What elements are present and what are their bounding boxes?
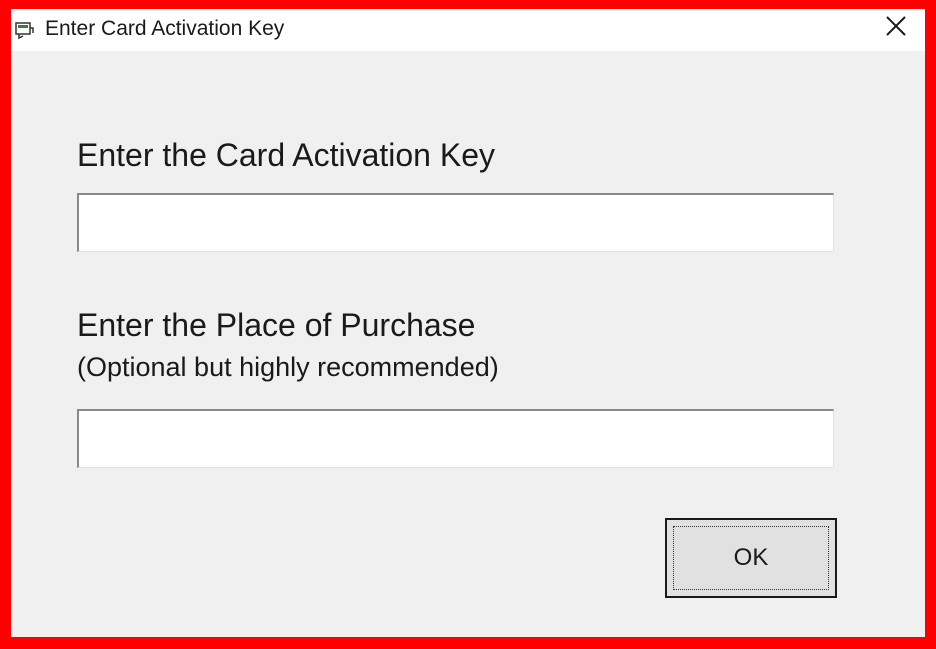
place-of-purchase-input[interactable] <box>77 409 834 468</box>
ok-button[interactable]: OK <box>665 518 837 598</box>
activation-key-input[interactable] <box>77 193 834 252</box>
card-app-icon <box>13 19 35 41</box>
close-button[interactable] <box>867 9 925 47</box>
dialog-window: Enter Card Activation Key Enter the Card… <box>11 9 925 637</box>
place-of-purchase-label: Enter the Place of Purchase <box>77 307 476 343</box>
place-of-purchase-note: (Optional but highly recommended) <box>77 352 499 382</box>
window-title: Enter Card Activation Key <box>45 17 285 40</box>
title-bar: Enter Card Activation Key <box>11 9 925 51</box>
ok-button-label: OK <box>733 544 769 571</box>
close-icon <box>885 15 907 42</box>
activation-key-label: Enter the Card Activation Key <box>77 137 495 173</box>
